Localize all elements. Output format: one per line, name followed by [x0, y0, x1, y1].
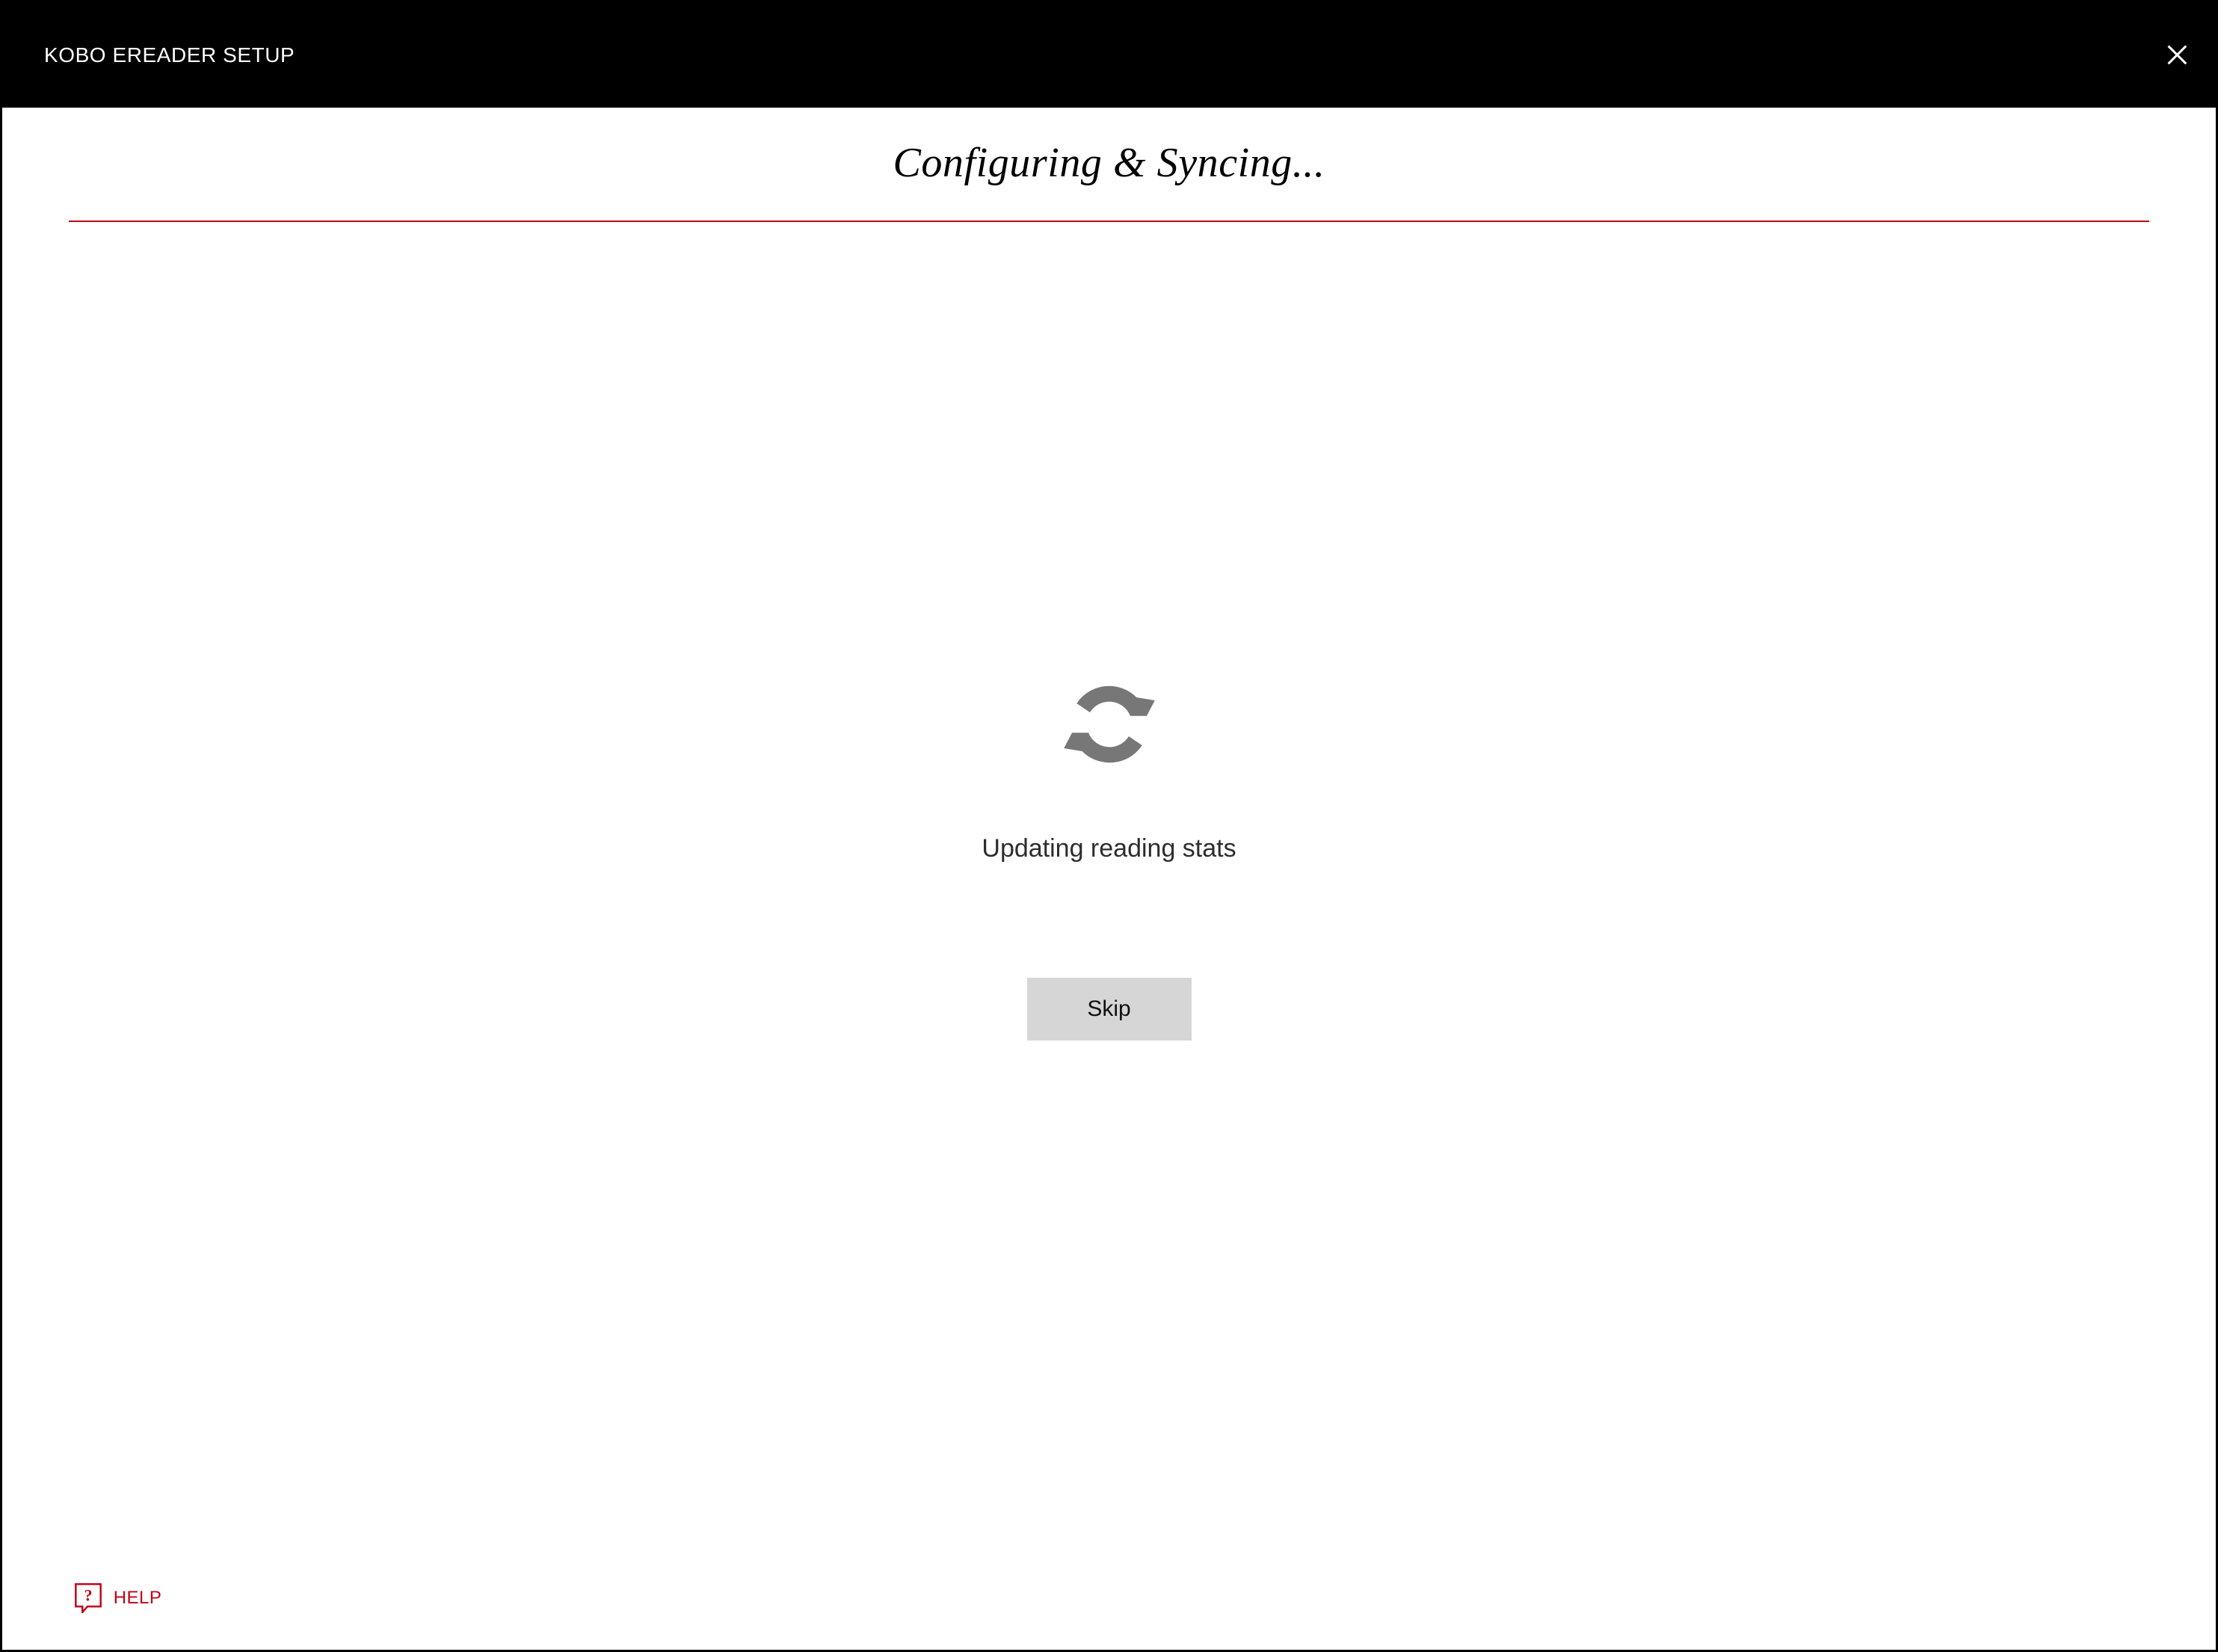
- svg-text:?: ?: [84, 1585, 92, 1604]
- close-button[interactable]: [2159, 37, 2195, 73]
- help-button[interactable]: ? HELP: [73, 1583, 162, 1613]
- close-icon: [2166, 44, 2188, 66]
- sync-status-block: Updating reading stats Skip: [69, 222, 2149, 1650]
- skip-button[interactable]: Skip: [1027, 978, 1192, 1041]
- status-text: Updating reading stats: [982, 834, 1236, 863]
- help-label: HELP: [114, 1588, 162, 1609]
- window-title: KOBO EREADER SETUP: [44, 43, 295, 67]
- setup-window: KOBO EREADER SETUP Configuring & Syncing…: [0, 0, 2218, 1652]
- titlebar: KOBO EREADER SETUP: [2, 2, 2216, 108]
- page-heading: Configuring & Syncing...: [69, 139, 2149, 187]
- help-icon: ?: [73, 1583, 103, 1613]
- sync-icon: [1050, 665, 1169, 784]
- content-area: Configuring & Syncing... Updating readin…: [2, 108, 2216, 1650]
